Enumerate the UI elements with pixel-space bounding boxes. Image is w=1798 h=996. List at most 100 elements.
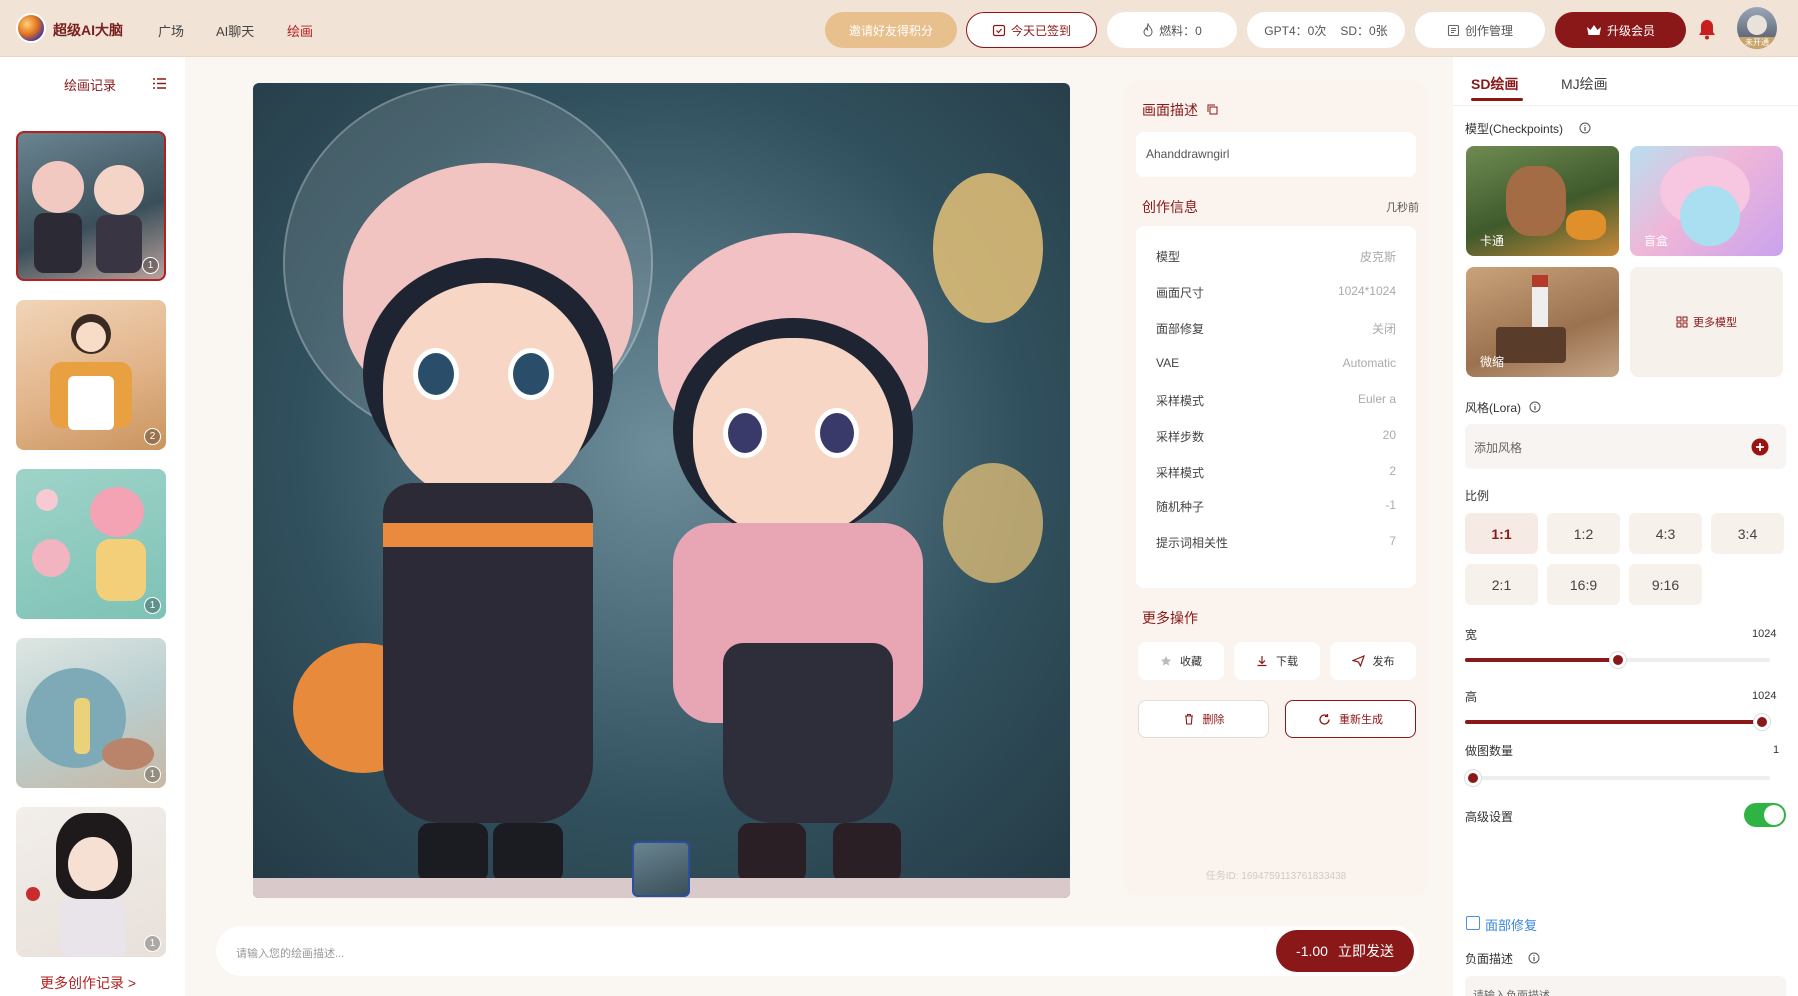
invite-label: 邀请好友得积分 [848, 23, 933, 38]
prompt-input[interactable]: 请输入您的绘画描述... [236, 945, 344, 961]
grid-icon [1676, 316, 1688, 328]
neg-textarea[interactable]: 请输入负面描述 [1465, 976, 1786, 996]
refresh-icon [1319, 713, 1330, 725]
info-icon[interactable] [1579, 122, 1591, 134]
sd-quota: SD：0张 [1340, 23, 1388, 38]
width-label: 宽 [1465, 628, 1478, 642]
info-row: 随机种子 -1 [1156, 498, 1396, 514]
ratio-title: 比例 [1465, 489, 1490, 503]
delete-button[interactable]: 删除 [1138, 700, 1269, 738]
invite-button[interactable]: 邀请好友得积分 [825, 12, 957, 48]
list-icon[interactable] [152, 77, 167, 90]
width-value: 1024 [1752, 628, 1777, 640]
crown-icon [1586, 24, 1601, 35]
app-name[interactable]: 超级AI大脑 [53, 20, 123, 40]
document-icon [1447, 24, 1460, 36]
ratio-4-3[interactable]: 4:3 [1629, 513, 1702, 554]
send-cost: -1.00 [1296, 943, 1328, 959]
height-slider[interactable] [1465, 714, 1770, 730]
history-thumb[interactable]: 1 [16, 807, 166, 957]
history-thumb[interactable]: 1 [16, 469, 166, 619]
ratio-16-9[interactable]: 16:9 [1547, 564, 1620, 605]
nav-square[interactable]: 广场 [158, 21, 184, 40]
info-icon[interactable] [1528, 952, 1540, 964]
width-slider-handle[interactable] [1609, 652, 1626, 668]
send-icon [1351, 655, 1365, 667]
tab-mj[interactable]: MJ绘画 [1561, 74, 1608, 94]
height-slider-handle[interactable] [1754, 714, 1770, 730]
lora-placeholder: 添加风格 [1474, 441, 1523, 455]
prompt-bar: 请输入您的绘画描述... -1.00 立即发送 [216, 926, 1419, 976]
info-icon[interactable] [1529, 401, 1541, 413]
publish-button[interactable]: 发布 [1330, 642, 1416, 680]
creation-info-card: 模型 皮克斯 画面尺寸 1024*1024 面部修复 关闭 VAE Automatic … [1136, 226, 1416, 588]
gpt4-quota: GPT4：0次 [1264, 23, 1327, 38]
collect-button[interactable]: 收藏 [1138, 642, 1224, 680]
settings-panel: SD绘画 MJ绘画 模型(Checkpoints) 卡通 盲盒 微缩 更多模型 … [1453, 57, 1798, 996]
send-button[interactable]: -1.00 立即发送 [1276, 930, 1414, 972]
model-card-miniature[interactable]: 微缩 [1466, 267, 1619, 377]
thumb-count-badge: 2 [144, 428, 161, 445]
advanced-toggle[interactable] [1744, 803, 1786, 827]
history-thumb[interactable]: 1 [16, 638, 166, 788]
fuel-label: 燃料：0 [1159, 23, 1202, 38]
count-slider[interactable] [1465, 770, 1770, 786]
more-ops-title: 更多操作 [1142, 610, 1198, 626]
count-slider-handle[interactable] [1465, 770, 1481, 786]
neg-placeholder: 请输入负面描述 [1473, 990, 1550, 996]
height-slider-fill [1465, 720, 1770, 724]
nav-ai-chat[interactable]: AI聊天 [216, 21, 254, 40]
quota-display: GPT4：0次 SD：0张 [1247, 12, 1405, 48]
neg-title: 负面描述 [1465, 952, 1514, 966]
manage-button[interactable]: 创作管理 [1415, 12, 1545, 48]
face-fix-label[interactable]: 面部修复 [1485, 915, 1537, 934]
nav-drawing[interactable]: 绘画 [287, 21, 313, 40]
bell-icon[interactable] [1697, 18, 1717, 40]
ratio-3-4[interactable]: 3:4 [1711, 513, 1784, 554]
star-icon [1161, 656, 1171, 666]
info-row: 模型 皮克斯 [1156, 250, 1396, 264]
history-thumb[interactable]: 1 [16, 131, 166, 281]
face-fix-checkbox[interactable] [1466, 916, 1480, 930]
creation-time: 几秒前 [1386, 202, 1419, 214]
upgrade-button[interactable]: 升级会员 [1555, 12, 1686, 48]
copy-icon[interactable] [1207, 104, 1218, 115]
info-row: 采样模式 2 [1156, 464, 1396, 480]
model-card-cartoon[interactable]: 卡通 [1466, 146, 1619, 256]
regenerate-button[interactable]: 重新生成 [1285, 700, 1416, 738]
trash-icon [1184, 713, 1193, 725]
image-variant-thumb[interactable] [632, 841, 690, 897]
download-icon [1257, 656, 1267, 667]
desc-box: Ahanddrawngirl [1136, 132, 1416, 177]
signin-button[interactable]: 今天已签到 [966, 12, 1097, 48]
more-models-button[interactable]: 更多模型 [1630, 267, 1783, 377]
history-panel: 绘画记录 1 2 1 1 1 更多创作记录 > [0, 57, 185, 996]
fuel-button[interactable]: 燃料：0 [1107, 12, 1237, 48]
more-history-link[interactable]: 更多创作记录 > [40, 973, 136, 993]
ratio-1-2[interactable]: 1:2 [1547, 513, 1620, 554]
user-avatar[interactable]: 未开通 [1737, 7, 1777, 49]
thumb-count-badge: 1 [144, 597, 161, 614]
width-slider-fill [1465, 658, 1618, 662]
lora-select[interactable]: 添加风格 [1465, 424, 1786, 469]
flame-icon [1143, 23, 1153, 37]
manage-label: 创作管理 [1464, 23, 1513, 38]
model-card-blindbox[interactable]: 盲盒 [1630, 146, 1783, 256]
task-id: 任务ID: 1694759113761833438 [1205, 871, 1347, 882]
history-title: 绘画记录 [64, 78, 117, 93]
thumb-count-badge: 1 [144, 766, 161, 783]
tab-underline [1471, 98, 1523, 101]
history-thumb[interactable]: 2 [16, 300, 166, 450]
info-row: VAE Automatic [1156, 356, 1396, 370]
tab-sd[interactable]: SD绘画 [1471, 74, 1518, 94]
thumb-count-badge: 1 [142, 257, 159, 274]
width-slider[interactable] [1465, 652, 1770, 668]
add-circle-icon[interactable] [1751, 438, 1769, 456]
ratio-1-1[interactable]: 1:1 [1465, 513, 1538, 554]
top-bar: 超级AI大脑 广场 AI聊天 绘画 邀请好友得积分 今天已签到 燃料：0 GPT… [0, 0, 1798, 57]
download-button[interactable]: 下载 [1234, 642, 1320, 680]
app-logo[interactable] [16, 13, 46, 43]
info-row: 采样步数 20 [1156, 428, 1396, 444]
ratio-2-1[interactable]: 2:1 [1465, 564, 1538, 605]
ratio-9-16[interactable]: 9:16 [1629, 564, 1702, 605]
